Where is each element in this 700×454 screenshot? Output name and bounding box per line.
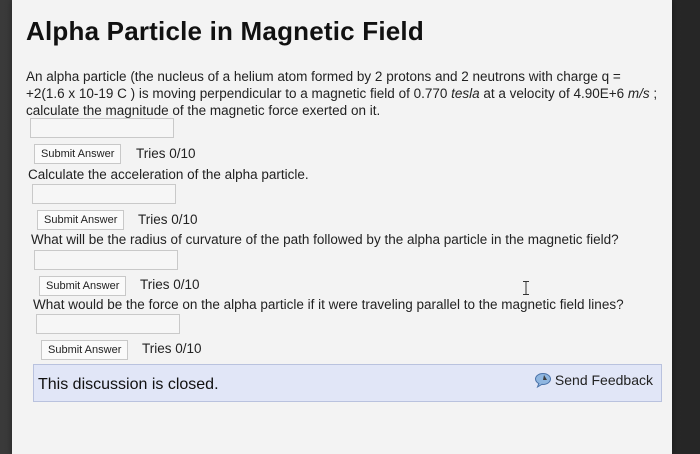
tries-counter-1: Tries 0/10 bbox=[136, 146, 196, 161]
submit-answer-button-2[interactable]: Submit Answer bbox=[37, 210, 125, 230]
question-acceleration: Calculate the acceleration of the alpha … bbox=[28, 167, 309, 182]
text-cursor-icon bbox=[523, 281, 529, 295]
tries-counter-2: Tries 0/10 bbox=[138, 212, 198, 227]
problem-statement: An alpha particle (the nucleus of a heli… bbox=[26, 68, 661, 119]
discussion-closed-text: This discussion is closed. bbox=[38, 376, 219, 393]
tries-counter-4: Tries 0/10 bbox=[142, 341, 202, 356]
answer-input-3[interactable] bbox=[34, 250, 178, 270]
screen-background: Alpha Particle in Magnetic Field An alph… bbox=[0, 0, 700, 454]
send-feedback-label[interactable]: Send Feedback bbox=[555, 372, 653, 388]
submit-answer-button-4[interactable]: Submit Answer bbox=[41, 340, 129, 360]
speech-bubble-icon bbox=[534, 373, 551, 389]
field-unit: tesla bbox=[451, 86, 480, 101]
answer-input-1[interactable] bbox=[30, 118, 174, 138]
answer-input-4[interactable] bbox=[36, 314, 180, 334]
submit-answer-button-3[interactable]: Submit Answer bbox=[39, 276, 127, 296]
send-feedback-link[interactable]: Send Feedback bbox=[534, 371, 653, 389]
question-radius: What will be the radius of curvature of … bbox=[31, 232, 619, 247]
tries-counter-3: Tries 0/10 bbox=[140, 277, 200, 292]
discussion-closed-bar: This discussion is closed. Send Feedback bbox=[33, 364, 662, 402]
question-parallel-force: What would be the force on the alpha par… bbox=[33, 297, 624, 312]
submit-answer-button-1[interactable]: Submit Answer bbox=[34, 144, 122, 164]
velocity-unit: m/s bbox=[627, 86, 650, 101]
problem-text-part2: at a velocity of 4.90E+6 bbox=[479, 86, 628, 101]
page-title: Alpha Particle in Magnetic Field bbox=[26, 16, 424, 46]
problem-page: Alpha Particle in Magnetic Field An alph… bbox=[12, 0, 672, 454]
answer-input-2[interactable] bbox=[32, 184, 176, 204]
